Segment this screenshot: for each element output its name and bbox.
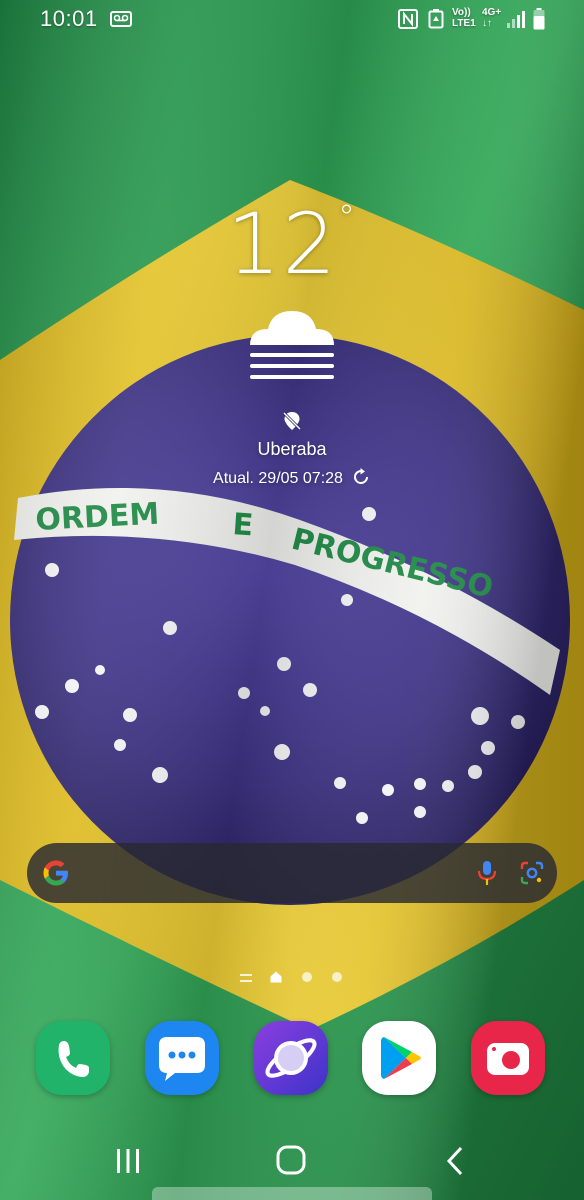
battery-icon [533,8,545,30]
lens-icon[interactable] [519,860,545,886]
camera-app[interactable] [471,1021,545,1095]
google-icon [43,860,68,886]
home-page-icon [270,971,282,983]
camera-icon [487,1043,529,1075]
weather-updated-time: Atual. 29/05 07:28 [213,470,343,487]
weather-update-row: Atual. 29/05 07:28 [0,467,584,488]
messages-app[interactable] [145,1021,219,1095]
status-time: 10:01 [40,6,98,31]
page-dot [332,972,342,982]
status-bar: 10:01 Vo)) LTE1 4G+ ↓↑ [0,0,584,40]
battery-saver-icon [428,9,444,29]
page-list-icon [240,974,252,982]
internet-app[interactable] [254,1021,328,1095]
voicemail-icon [110,11,132,27]
play-store-app[interactable] [362,1021,436,1095]
recent-apps-icon[interactable] [114,1147,142,1175]
page-indicator[interactable] [240,970,350,986]
google-search-bar[interactable] [27,843,557,903]
mic-icon[interactable] [475,859,499,887]
signal-icon [507,11,525,28]
home-icon[interactable] [276,1145,306,1175]
weather-temperature: 12° [227,195,357,293]
phone-app[interactable] [36,1021,110,1095]
gesture-handle [152,1187,432,1200]
fog-icon [250,311,334,379]
weather-city: Uberaba [257,439,327,459]
refresh-icon[interactable] [351,467,371,487]
wallpaper-brazil-flag: ORDEM E PROGRESSO [0,0,584,1200]
page-dot [302,972,312,982]
nfc-icon [398,9,418,29]
phone-icon [58,1041,89,1077]
volte-indicator: Vo)) LTE1 [452,7,476,29]
play-store-icon [381,1037,421,1079]
location-off-icon [282,411,302,431]
navigation-bar [0,1130,584,1190]
home-screen: ORDEM E PROGRESSO [0,0,584,1200]
back-icon[interactable] [444,1146,466,1176]
messages-icon [159,1037,205,1081]
weather-widget[interactable]: 12° Uberaba Atual. 29/05 07:28 [0,195,584,495]
internet-icon [265,1038,317,1078]
network-type: 4G+ ↓↑ [482,7,502,29]
